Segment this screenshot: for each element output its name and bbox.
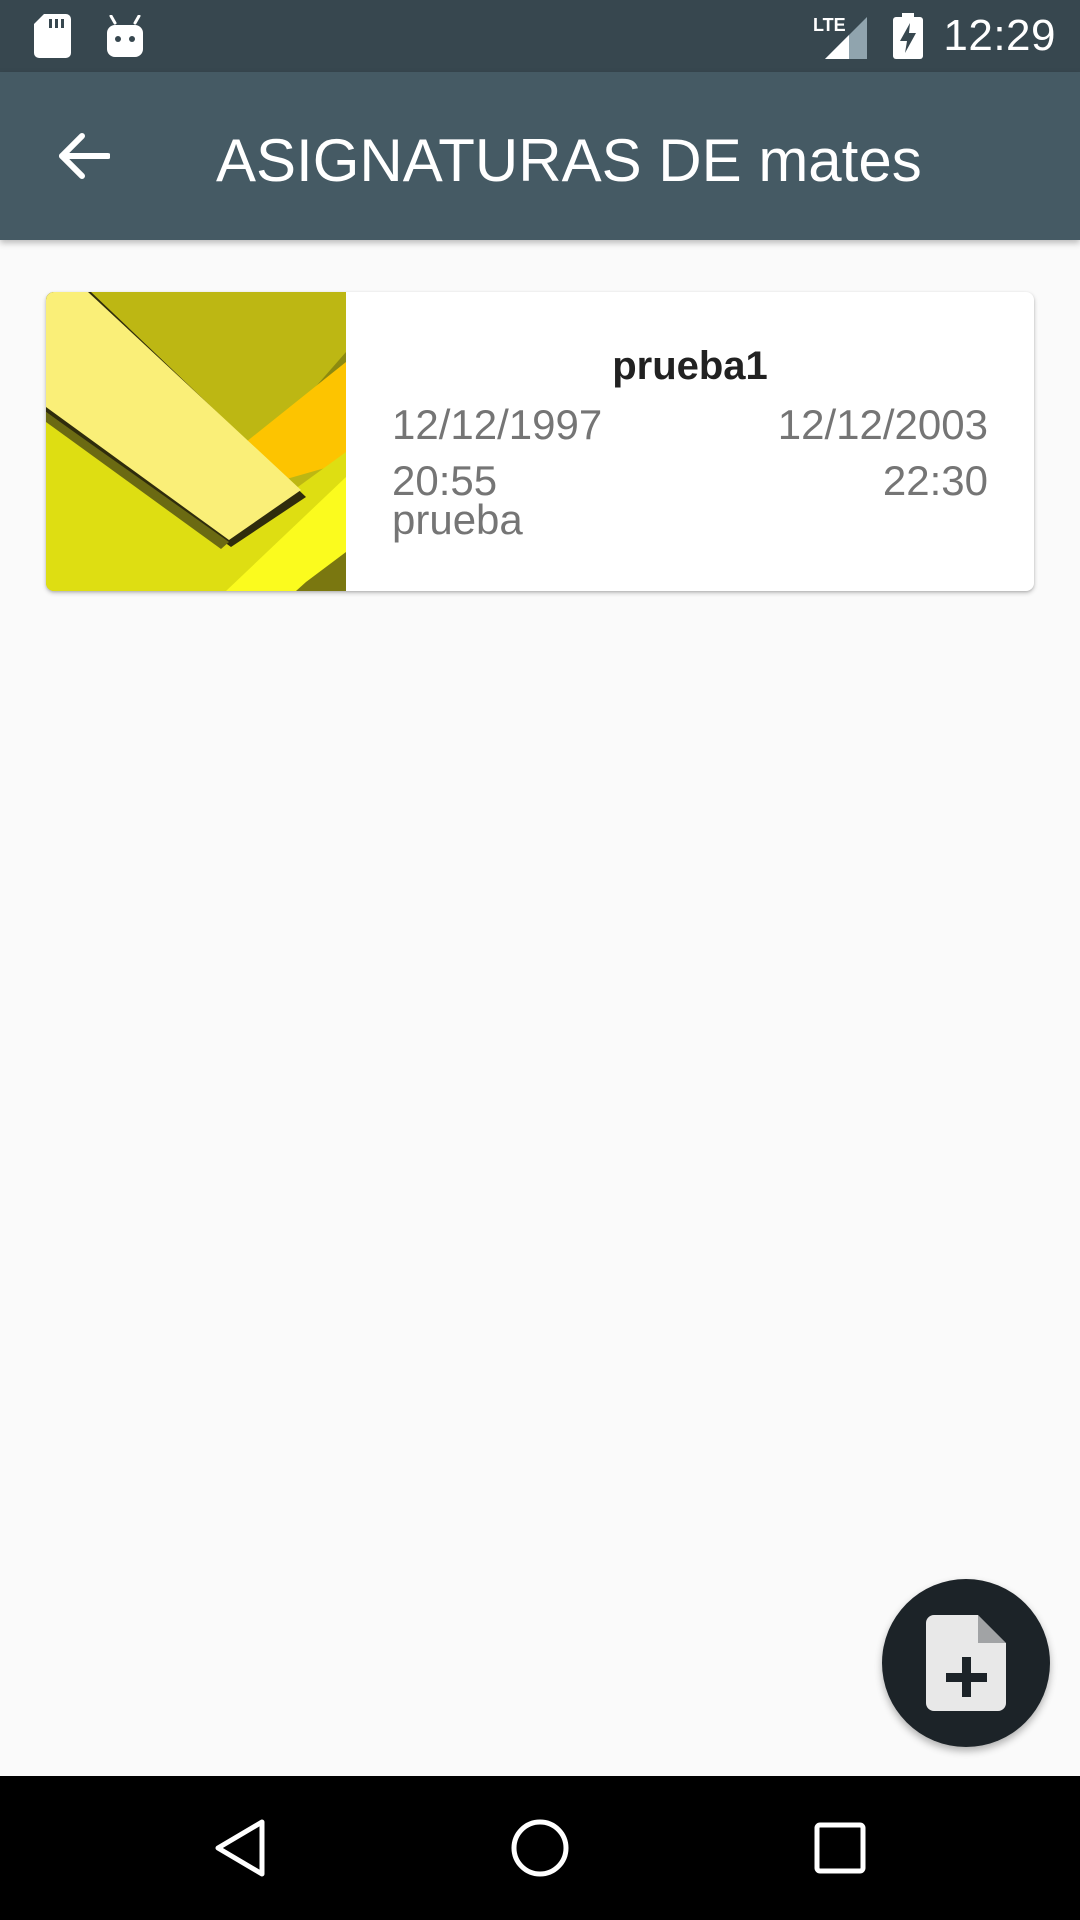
note-add-icon (926, 1615, 1006, 1711)
nav-recents-button[interactable] (790, 1798, 890, 1898)
back-button[interactable] (40, 112, 128, 200)
item-thumbnail (46, 292, 346, 591)
add-file-button[interactable] (882, 1579, 1050, 1747)
lte-signal-icon: LTE (813, 11, 869, 61)
nav-home-button[interactable] (490, 1798, 590, 1898)
item-end-date: 12/12/2003 (777, 401, 988, 448)
nav-home-icon (510, 1818, 570, 1878)
item-start-date: 12/12/1997 (392, 401, 603, 448)
battery-charging-icon (893, 13, 924, 59)
sd-card-icon (34, 14, 72, 58)
item-end-time: 22:30 (882, 457, 988, 504)
status-time: 12:29 (943, 11, 1056, 60)
app-bar: ASIGNATURAS DE mates (0, 72, 1080, 240)
android-debug-icon (106, 15, 144, 57)
navigation-bar (0, 1776, 1080, 1920)
arrow-back-icon (58, 132, 110, 180)
status-bar: LTE 12:29 (0, 0, 1080, 72)
lte-label: LTE (813, 15, 846, 35)
item-description: prueba (392, 496, 523, 543)
item-content: prueba1 12/12/1997 12/12/2003 20:55 22:3… (346, 292, 1034, 591)
list-item[interactable]: prueba1 12/12/1997 12/12/2003 20:55 22:3… (46, 292, 1034, 591)
nav-back-button[interactable] (190, 1798, 290, 1898)
status-bar-left (34, 14, 144, 58)
status-bar-right: LTE 12:29 (813, 0, 1056, 72)
page-title: ASIGNATURAS DE mates (216, 127, 922, 194)
nav-recents-icon (813, 1821, 867, 1875)
item-title: prueba1 (612, 344, 768, 388)
nav-back-icon (212, 1818, 268, 1878)
